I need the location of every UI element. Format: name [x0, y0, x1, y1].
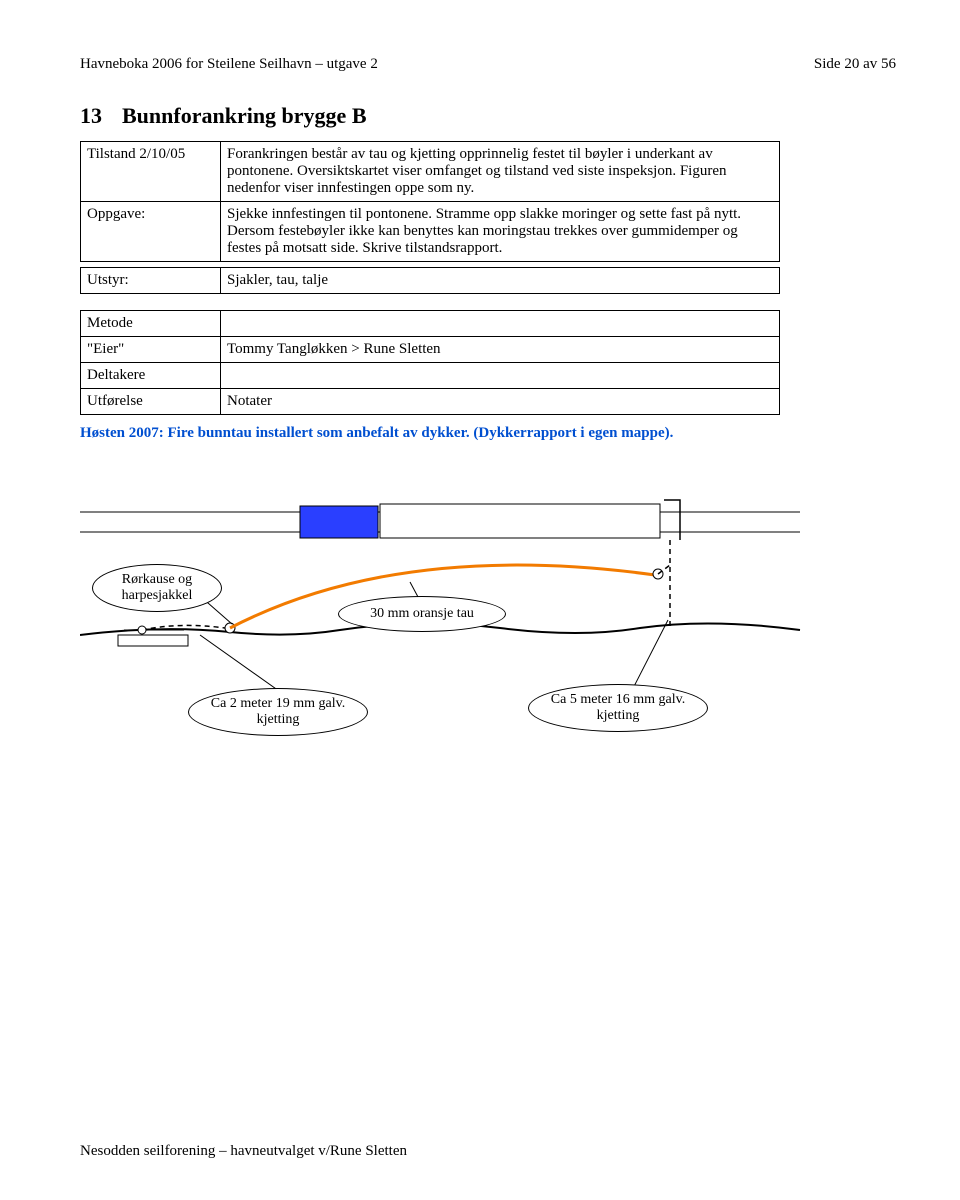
- title-number: 13: [80, 103, 102, 129]
- oppgave-value: Sjekke innfestingen til pontonene. Stram…: [221, 202, 780, 262]
- tilstand-value: Forankringen består av tau og kjetting o…: [221, 142, 780, 202]
- deltakere-label: Deltakere: [81, 363, 221, 389]
- oppgave-label: Oppgave:: [81, 202, 221, 262]
- deltakere-value: [221, 363, 780, 389]
- table-1: Tilstand 2/10/05 Forankringen består av …: [80, 141, 780, 294]
- label-kjetting-right: Ca 5 meter 16 mm galv. kjetting: [528, 684, 708, 732]
- table-2: Metode "Eier" Tommy Tangløkken > Rune Sl…: [80, 310, 780, 415]
- title: 13 Bunnforankring brygge B: [80, 103, 896, 129]
- metode-label: Metode: [81, 311, 221, 337]
- label-rorkause: Rørkause og harpesjakkel: [92, 564, 222, 612]
- eier-value: Tommy Tangløkken > Rune Sletten: [221, 337, 780, 363]
- header-left: Havneboka 2006 for Steilene Seilhavn – u…: [80, 56, 378, 73]
- utforelse-value: Notater: [221, 389, 780, 415]
- utstyr-label: Utstyr:: [81, 268, 221, 294]
- metode-value: [221, 311, 780, 337]
- tilstand-label: Tilstand 2/10/05: [81, 142, 221, 202]
- utstyr-value: Sjakler, tau, talje: [221, 268, 780, 294]
- note-text: Høsten 2007: Fire bunntau installert som…: [80, 425, 800, 442]
- diagram: Rørkause og harpesjakkel 30 mm oransje t…: [80, 470, 820, 790]
- eier-label: "Eier": [81, 337, 221, 363]
- title-text: Bunnforankring brygge B: [122, 103, 367, 129]
- utforelse-label: Utførelse: [81, 389, 221, 415]
- label-kjetting-left: Ca 2 meter 19 mm galv. kjetting: [188, 688, 368, 736]
- footer-text: Nesodden seilforening – havneutvalget v/…: [80, 1143, 407, 1160]
- header-right: Side 20 av 56: [814, 56, 896, 73]
- label-oransje: 30 mm oransje tau: [338, 596, 506, 632]
- header: Havneboka 2006 for Steilene Seilhavn – u…: [80, 56, 896, 73]
- page-body: Havneboka 2006 for Steilene Seilhavn – u…: [0, 0, 960, 1200]
